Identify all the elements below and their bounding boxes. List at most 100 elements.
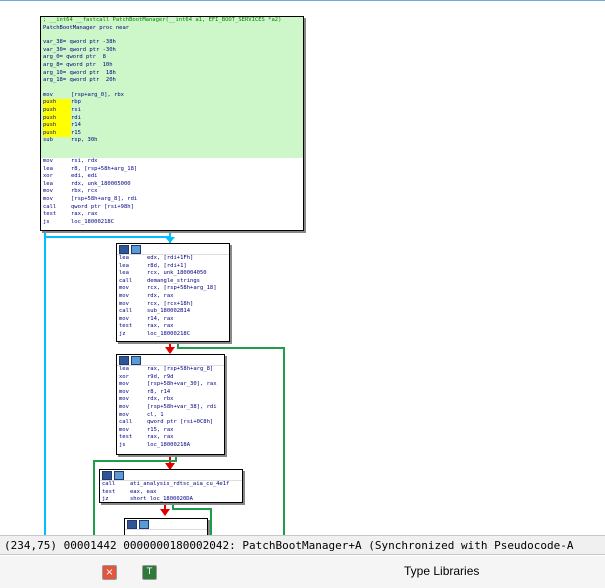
asm-line[interactable]: mov rdx, rbx	[117, 396, 224, 404]
tab-type-libraries[interactable]: Type Libraries	[404, 564, 479, 578]
asm-line[interactable]: mov [rsp+58h+var_30], rax	[117, 381, 224, 389]
type-libraries-icon[interactable]: T	[142, 565, 157, 580]
asm-mnemonic: mov	[43, 188, 53, 195]
asm-mnemonic: test	[43, 211, 57, 218]
asm-line[interactable]: sub rsp, 30h	[41, 137, 303, 145]
asm-line[interactable]: mov cl, 1	[117, 412, 224, 420]
asm-mnemonic: push	[43, 122, 71, 130]
asm-mnemonic: mov	[119, 403, 129, 410]
asm-operands: rcx, [rsp+58h+arg_18]	[147, 285, 217, 292]
asm-line[interactable]: mov [rsp+58h+arg_8], rdi	[41, 196, 303, 204]
stack-var-line[interactable]: arg_10= qword ptr 18h	[41, 70, 303, 78]
asm-line[interactable]: jz loc_18000218C	[117, 331, 229, 339]
block-2[interactable]: lea edx, [rdi+1Fh] lea r8d, [rdi+1] lea rcx, …	[116, 243, 230, 342]
asm-mnemonic: mov	[119, 411, 129, 418]
asm-line[interactable]: push rdi	[41, 114, 303, 123]
asm-line[interactable]: lea rcx, unk_180004050	[117, 270, 229, 278]
asm-line[interactable]: mov [rsp+arg_0], rbx	[41, 92, 303, 100]
stack-var-line[interactable]: arg_0= qword ptr 8	[41, 54, 303, 62]
asm-operands: rsp, 30h	[71, 137, 98, 144]
asm-mnemonic: mov	[43, 195, 53, 202]
stack-var-line[interactable]: var_30= qword ptr -30h	[41, 47, 303, 55]
asm-line[interactable]: mov rcx, [rsp+58h+arg_18]	[117, 285, 229, 293]
asm-operands: eax, eax	[130, 488, 157, 495]
asm-operands: r8, r14	[147, 388, 171, 395]
asm-line[interactable]: js loc_18000218A	[117, 442, 224, 450]
asm-line[interactable]: js loc_18000218C	[41, 219, 303, 227]
asm-mnemonic: lea	[119, 255, 129, 261]
asm-line[interactable]: mov rcx, [rcx+18h]	[117, 301, 229, 309]
asm-line[interactable]: push rsi	[41, 106, 303, 115]
asm-line[interactable]: test rax, rax	[41, 211, 303, 219]
asm-line[interactable]: lea r8, [rsp+58h+arg_18]	[41, 166, 303, 174]
block-5-header	[125, 519, 207, 530]
asm-line[interactable]: call qword ptr [rsi+0C8h]	[117, 419, 224, 427]
asm-line[interactable]: test eax, eax	[100, 489, 242, 497]
asm-line[interactable]: call demangle_strings	[117, 278, 229, 286]
asm-line[interactable]: push rbp	[41, 99, 303, 107]
asm-line[interactable]: mov rdx, rax	[117, 293, 229, 301]
asm-line[interactable]: call sub_180002B14	[117, 308, 229, 316]
asm-line[interactable]: xor r9d, r9d	[117, 374, 224, 382]
function-signature-comment[interactable]: ; __int64 __fastcall PatchBootManager(__…	[41, 17, 303, 25]
asm-operands: demangle_strings	[147, 277, 200, 284]
asm-operands: [rsp+58h+arg_8], rdi	[71, 195, 138, 202]
asm-operands: rax, [rsp+58h+arg_8]	[147, 366, 214, 372]
asm-operands: rdi	[71, 114, 81, 121]
asm-operands: rax, rax	[147, 434, 174, 441]
asm-line[interactable]: call ati_analysis_rdtsc_aia_cu_4e1f	[100, 481, 242, 489]
asm-mnemonic: push	[43, 114, 71, 123]
asm-mnemonic: mov	[43, 158, 53, 164]
graph-node-icon	[102, 470, 112, 480]
graph-node-icon	[127, 519, 137, 529]
asm-line[interactable]: lea rax, [rsp+58h+arg_8]	[117, 366, 224, 374]
asm-mnemonic: lea	[119, 270, 129, 277]
close-icon[interactable]: ×	[102, 565, 117, 580]
asm-mnemonic: js	[43, 218, 50, 225]
asm-line[interactable]: call qword ptr [rsi+98h]	[41, 204, 303, 212]
asm-line[interactable]: mov rsi, rdx	[41, 158, 303, 166]
asm-mnemonic: call	[43, 203, 57, 210]
asm-operands: rbp	[71, 99, 81, 106]
stack-var-line[interactable]: arg_18= qword ptr 20h	[41, 77, 303, 85]
block-4[interactable]: call ati_analysis_rdtsc_aia_cu_4e1f test ea…	[99, 469, 243, 503]
asm-mnemonic: mov	[119, 285, 129, 292]
asm-operands: r14	[71, 122, 81, 129]
stack-var-line[interactable]: arg_8= qword ptr 10h	[41, 62, 303, 70]
block-5[interactable]	[124, 518, 208, 535]
proc-start-block[interactable]: ; __int64 __fastcall PatchBootManager(__…	[40, 16, 304, 231]
asm-line[interactable]: push r14	[41, 122, 303, 130]
block-3[interactable]: lea rax, [rsp+58h+arg_8] xor r9d, r9d mov [rs…	[116, 354, 225, 455]
asm-line[interactable]: push r15	[41, 129, 303, 138]
asm-line[interactable]: lea edx, [rdi+1Fh]	[117, 255, 229, 263]
asm-operands: rsi, rdx	[71, 158, 98, 164]
asm-mnemonic: mov	[119, 426, 129, 433]
block-2-header	[117, 244, 229, 255]
asm-operands: r9d, r9d	[147, 373, 174, 380]
asm-line[interactable]: mov r14, rax	[117, 316, 229, 324]
proc-label[interactable]: PatchBootManager proc near	[41, 25, 303, 33]
asm-line[interactable]: jz short loc_1800020DA	[100, 496, 242, 504]
asm-line[interactable]: mov r15, rax	[117, 427, 224, 435]
graph-node-icon	[139, 519, 149, 529]
asm-mnemonic: js	[119, 441, 126, 448]
asm-mnemonic: call	[102, 481, 116, 487]
graph-view[interactable]: ; __int64 __fastcall PatchBootManager(__…	[0, 0, 605, 535]
asm-operands: rsi	[71, 106, 81, 113]
asm-mnemonic: mov	[119, 381, 129, 388]
asm-line[interactable]: mov rbx, rcx	[41, 188, 303, 196]
asm-line[interactable]: lea r8d, [rdi+1]	[117, 263, 229, 271]
asm-line[interactable]: lea rdx, unk_180005000	[41, 181, 303, 189]
asm-line[interactable]: mov [rsp+58h+var_38], rdi	[117, 404, 224, 412]
bottom-tab-bar: × T Type Libraries	[0, 556, 605, 588]
asm-line[interactable]: xor edi, edi	[41, 173, 303, 181]
asm-line[interactable]: test rax, rax	[117, 434, 224, 442]
asm-mnemonic: lea	[119, 366, 129, 372]
asm-operands: edi, edi	[71, 173, 98, 180]
asm-line[interactable]: mov r8, r14	[117, 389, 224, 397]
asm-line[interactable]: test rax, rax	[117, 323, 229, 331]
stack-var-line[interactable]: var_38= qword ptr -38h	[41, 39, 303, 47]
asm-operands: rdx, rbx	[147, 396, 174, 403]
graph-node-icon	[131, 355, 141, 365]
asm-mnemonic: mov	[119, 396, 129, 403]
